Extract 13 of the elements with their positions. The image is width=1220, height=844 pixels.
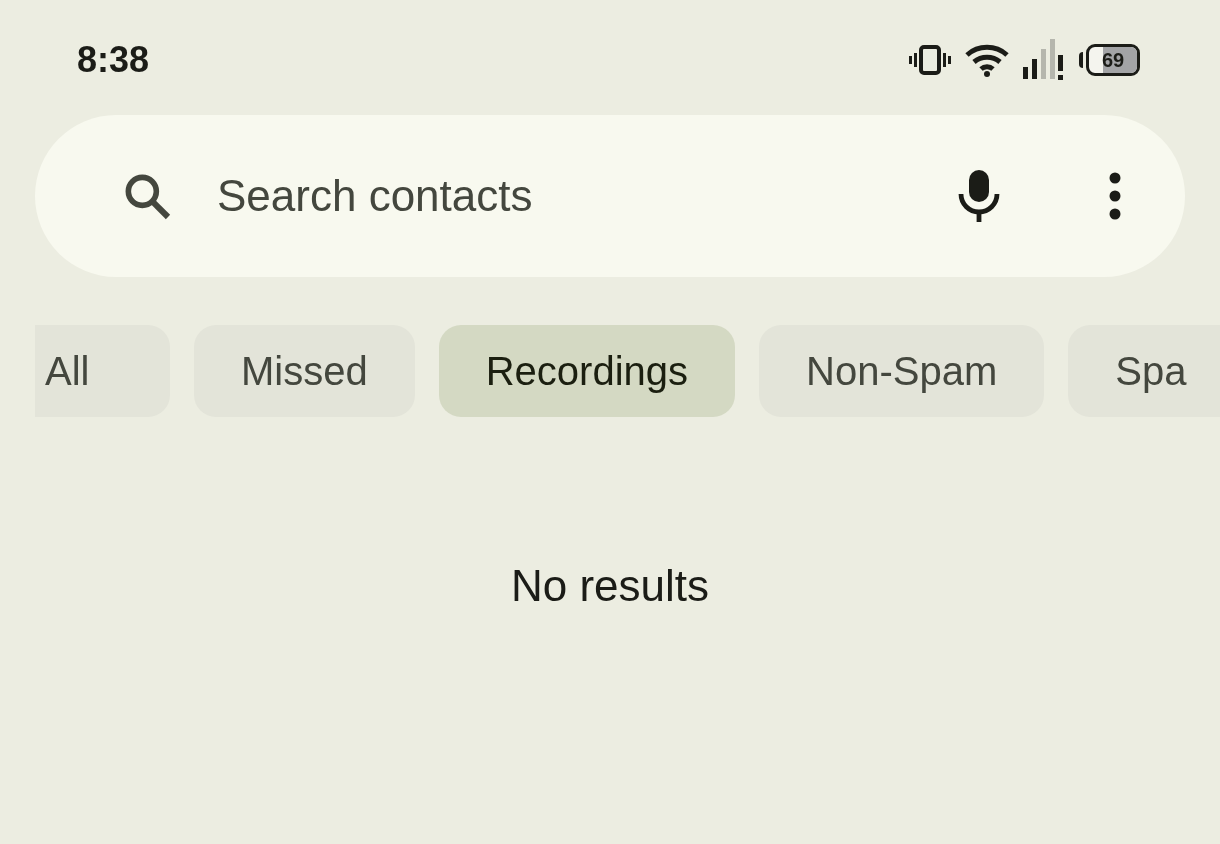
empty-message: No results (510, 560, 710, 612)
more-options-icon[interactable] (1107, 171, 1123, 221)
filter-chip[interactable]: All (35, 325, 170, 417)
vibrate-icon (909, 45, 951, 75)
search-bar[interactable]: Search contacts (35, 115, 1185, 277)
filter-chip[interactable]: Spa (1068, 325, 1220, 417)
signal-icon (1023, 39, 1065, 81)
clock-time: 8:38 (77, 42, 150, 78)
wifi-icon (965, 43, 1009, 77)
filter-chip[interactable]: Non-Spam (759, 325, 1045, 417)
filter-chip[interactable]: Missed (194, 325, 415, 417)
search-placeholder: Search contacts (217, 170, 534, 222)
filter-chip[interactable]: Recordings (438, 325, 736, 417)
